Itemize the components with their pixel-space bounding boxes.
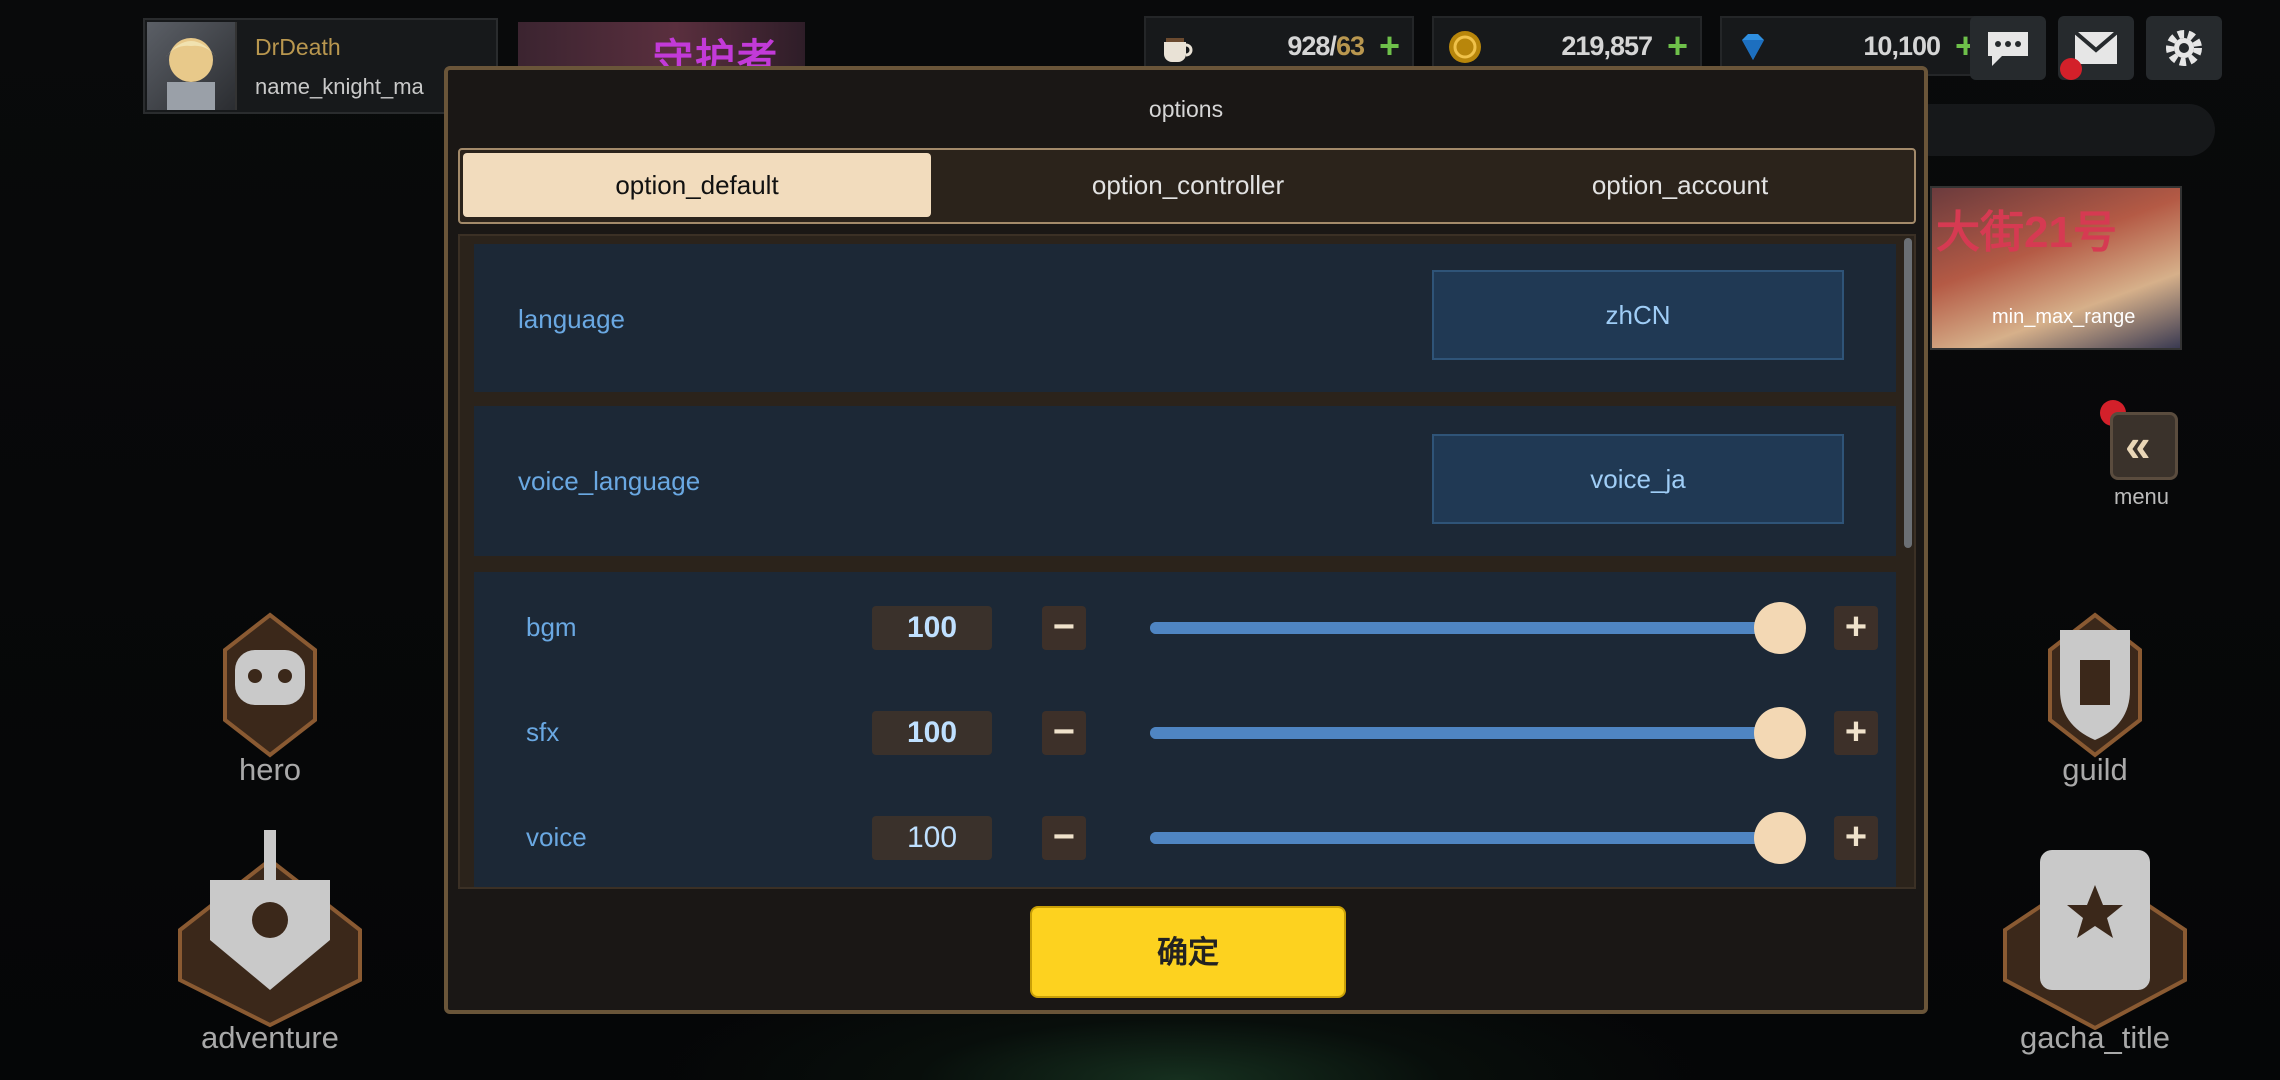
add-gold-button[interactable]: + [1667,26,1688,66]
voice-value: 100 [872,816,992,860]
options-modal: options option_default option_controller… [444,66,1928,1014]
gold-coin-icon [1449,31,1481,63]
bgm-slider[interactable] [1150,602,1806,654]
gear-icon [2166,30,2202,66]
volume-section: bgm 100 − + sfx 100 − + voice 100 − + [474,572,1896,887]
voice-slider[interactable] [1150,812,1806,864]
gacha-label: gacha_title [2020,1020,2170,1055]
player-name: DrDeath [255,34,341,60]
voice-volume-row: voice 100 − + [474,788,1896,887]
chat-button[interactable] [1970,16,2046,80]
language-label: language [518,304,625,334]
sfx-slider-fill [1150,727,1780,739]
gem-icon [1742,34,1764,60]
player-subtitle: name_knight_ma [255,74,424,99]
gacha-nav-button[interactable] [1995,830,2195,1031]
tab-option-account[interactable]: option_account [1446,153,1914,217]
voice-increase-button[interactable]: + [1834,816,1878,860]
confirm-button[interactable]: 确定 [1030,906,1346,998]
hero-label: hero [238,752,302,787]
tab-option-controller[interactable]: option_controller [954,153,1422,217]
voice-language-select[interactable]: voice_ja [1432,434,1844,524]
double-chevron-left-icon: « [2125,419,2151,471]
guild-label: guild [2062,752,2128,787]
sfx-label: sfx [526,717,560,747]
voice-label: voice [526,822,587,852]
menu-label: menu [2114,484,2170,509]
settings-button[interactable] [2146,16,2222,80]
bgm-value: 100 [872,606,992,650]
sfx-decrease-button[interactable]: − [1042,711,1086,755]
sfx-value: 100 [872,711,992,755]
event-banner-right-title: 大街21号 [1936,208,2117,257]
options-tab-bar: option_default option_controller option_… [458,148,1916,224]
voice-slider-handle[interactable] [1754,812,1806,864]
guild-nav-button[interactable] [2030,610,2160,760]
stamina-cap: 63 [1335,31,1365,61]
voice-decrease-button[interactable]: − [1042,816,1086,860]
avatar [147,22,237,110]
gold-value: 219,857 [1561,31,1653,61]
bgm-volume-row: bgm 100 − + [474,578,1896,678]
chat-icon [1988,32,2028,66]
bgm-increase-button[interactable]: + [1834,606,1878,650]
stamina-value: 928/ [1287,31,1337,61]
voice-slider-fill [1150,832,1780,844]
hero-robot-icon [223,612,317,758]
options-content: language zhCN voice_language voice_ja bg… [458,234,1916,889]
sfx-slider-handle[interactable] [1754,707,1806,759]
event-banner-right-caption: min_max_range [1992,306,2136,328]
gem-value: 10,100 [1863,31,1941,61]
voice-language-row: voice_language voice_ja [474,406,1896,556]
language-row: language zhCN [474,244,1896,392]
adventure-label: adventure [201,1020,339,1055]
sfx-slider[interactable] [1150,707,1806,759]
tab-option-default[interactable]: option_default [463,153,931,217]
bgm-label: bgm [526,612,577,642]
menu-button[interactable]: « [2110,412,2178,480]
language-select[interactable]: zhCN [1432,270,1844,360]
mail-notification-dot [2060,58,2082,80]
modal-title: options [1148,96,1224,122]
sfx-increase-button[interactable]: + [1834,711,1878,755]
guild-shield-icon [2048,612,2142,758]
add-stamina-button[interactable]: + [1379,26,1400,66]
event-banner-right[interactable]: 大街21号 min_max_range [1930,186,2182,350]
hero-nav-button[interactable] [205,610,335,760]
gacha-machine-icon [2003,850,2187,1031]
adventure-compass-icon [178,830,362,1028]
sfx-volume-row: sfx 100 − + [474,683,1896,783]
bgm-decrease-button[interactable]: − [1042,606,1086,650]
top-right-strip [1905,104,2215,156]
coffee-icon [1164,38,1193,62]
bgm-slider-handle[interactable] [1754,602,1806,654]
bgm-slider-fill [1150,622,1780,634]
content-scrollbar[interactable] [1904,238,1912,548]
adventure-nav-button[interactable] [170,820,370,1030]
voice-language-label: voice_language [518,466,701,496]
